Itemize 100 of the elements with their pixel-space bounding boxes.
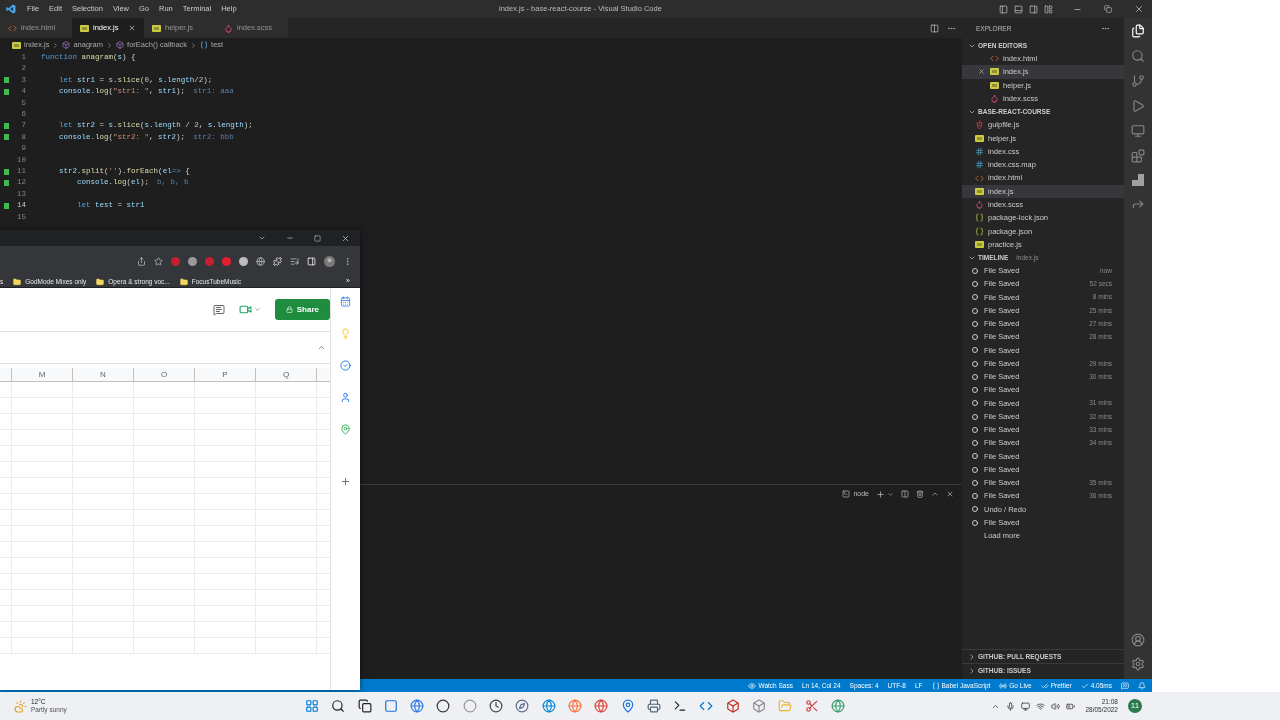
caret-icon[interactable] xyxy=(253,306,261,313)
collapse-icon[interactable] xyxy=(317,343,326,352)
layout-icon[interactable] xyxy=(1044,4,1053,14)
new-terminal-icon[interactable] xyxy=(876,489,885,499)
battery-icon[interactable] xyxy=(1066,701,1076,711)
monitor-icon[interactable] xyxy=(1131,124,1145,138)
window-icon[interactable] xyxy=(383,699,398,713)
notification-badge[interactable]: 11 xyxy=(1128,699,1142,713)
volume-icon[interactable] xyxy=(1051,701,1061,711)
js-file-icon xyxy=(975,187,984,195)
account-icon[interactable] xyxy=(1131,633,1145,647)
tasks-icon[interactable] xyxy=(340,360,351,371)
map-pin-icon[interactable] xyxy=(620,699,635,713)
side-panel-icon[interactable] xyxy=(307,256,316,266)
close-icon[interactable] xyxy=(341,233,350,243)
split-terminal-icon[interactable] xyxy=(901,490,909,498)
extensions-icon[interactable] xyxy=(273,256,282,266)
chevron-right-icon[interactable] xyxy=(968,666,976,675)
close-icon[interactable] xyxy=(1134,4,1144,14)
snipping-icon[interactable] xyxy=(804,699,819,713)
comments-icon[interactable] xyxy=(212,303,225,316)
wifi-icon[interactable] xyxy=(1036,701,1046,711)
toggle-sidebar-icon[interactable] xyxy=(999,4,1008,14)
compass-icon[interactable] xyxy=(515,699,530,713)
breadcrumb-separator-icon xyxy=(106,41,114,49)
box-app-icon[interactable] xyxy=(725,699,740,713)
display-icon[interactable] xyxy=(1021,701,1031,711)
code-editor-icon[interactable] xyxy=(699,699,714,713)
tab-search-icon[interactable] xyxy=(258,234,266,242)
column-header[interactable]: Q xyxy=(256,368,317,381)
meet-icon[interactable] xyxy=(238,303,252,316)
globe-icon[interactable] xyxy=(410,699,425,713)
media-control-icon[interactable] xyxy=(290,256,299,266)
column-header[interactable]: O xyxy=(134,368,195,381)
commit-dot-icon xyxy=(972,400,978,407)
printer-icon[interactable] xyxy=(646,699,661,713)
run-icon[interactable] xyxy=(1131,99,1145,113)
cube-icon xyxy=(62,41,71,49)
share-icon[interactable] xyxy=(137,256,146,266)
circle-app-icon[interactable] xyxy=(436,699,451,713)
breadcrumb-separator-icon xyxy=(190,41,198,49)
column-header[interactable]: N xyxy=(73,368,134,381)
source-control-icon[interactable] xyxy=(1131,74,1145,88)
calendar-icon[interactable] xyxy=(340,296,351,307)
search-icon[interactable] xyxy=(331,699,346,713)
task-view-icon[interactable] xyxy=(357,699,372,713)
js-file-icon xyxy=(152,24,161,32)
cube-icon xyxy=(116,41,125,49)
menu-icon[interactable] xyxy=(343,256,352,266)
restore-icon[interactable] xyxy=(1104,5,1112,13)
bookmark-star-icon[interactable] xyxy=(154,256,163,266)
commit-dot-icon xyxy=(972,466,978,473)
ring-app-icon[interactable] xyxy=(462,699,477,713)
settings-icon[interactable] xyxy=(1131,657,1145,671)
explorer-icon[interactable] xyxy=(1131,24,1145,38)
notifications-icon[interactable] xyxy=(1138,681,1146,690)
commit-dot-icon xyxy=(972,426,978,433)
close-editor-icon[interactable] xyxy=(978,68,985,76)
toggle-secondary-sidebar-icon[interactable] xyxy=(1029,4,1038,14)
share-arrow-icon[interactable] xyxy=(1131,197,1145,211)
chevron-right-icon[interactable] xyxy=(968,652,976,661)
split-editor-icon[interactable] xyxy=(930,23,939,33)
clock-icon[interactable] xyxy=(489,699,504,713)
trash-icon[interactable] xyxy=(916,490,924,498)
maximize-icon[interactable] xyxy=(314,234,321,242)
maximize-panel-icon[interactable] xyxy=(931,490,939,498)
commit-dot-icon xyxy=(972,479,978,486)
add-icon[interactable] xyxy=(340,476,351,487)
share-button[interactable]: Share xyxy=(274,299,330,320)
hash-file-icon xyxy=(975,146,984,156)
commit-dot-icon xyxy=(972,320,978,327)
terminal-icon[interactable] xyxy=(673,699,688,713)
commit-dot-icon xyxy=(972,493,978,500)
commit-dot-icon xyxy=(972,387,978,394)
maps-icon[interactable] xyxy=(340,424,351,435)
microphone-icon[interactable] xyxy=(1006,701,1016,711)
droplet-file-icon xyxy=(990,94,999,104)
dropdown-caret-icon[interactable] xyxy=(887,490,894,498)
start-icon[interactable] xyxy=(305,699,319,713)
commit-dot-icon xyxy=(972,373,978,380)
droplet-file-icon xyxy=(975,200,984,210)
more-actions-icon[interactable] xyxy=(1101,24,1110,33)
cube-app-icon[interactable] xyxy=(752,699,767,713)
contacts-icon[interactable] xyxy=(340,392,351,403)
terminal-icon xyxy=(842,490,851,498)
extensions-icon[interactable] xyxy=(1131,149,1145,163)
network-app-icon[interactable] xyxy=(830,699,845,713)
toggle-panel-icon[interactable] xyxy=(1014,4,1023,14)
close-panel-icon[interactable] xyxy=(946,490,954,498)
feedback-icon[interactable] xyxy=(1121,681,1129,690)
close-tab-icon[interactable] xyxy=(128,24,136,32)
column-header[interactable]: M xyxy=(12,368,73,381)
minimize-icon[interactable] xyxy=(286,234,294,242)
commit-dot-icon xyxy=(972,360,978,367)
commit-dot-icon xyxy=(972,307,978,314)
folder-icon xyxy=(179,277,188,286)
steps-icon[interactable] xyxy=(1132,174,1144,186)
app-logo-icon xyxy=(6,4,16,14)
profile-avatar[interactable] xyxy=(324,255,335,267)
column-header[interactable]: P xyxy=(195,368,256,381)
